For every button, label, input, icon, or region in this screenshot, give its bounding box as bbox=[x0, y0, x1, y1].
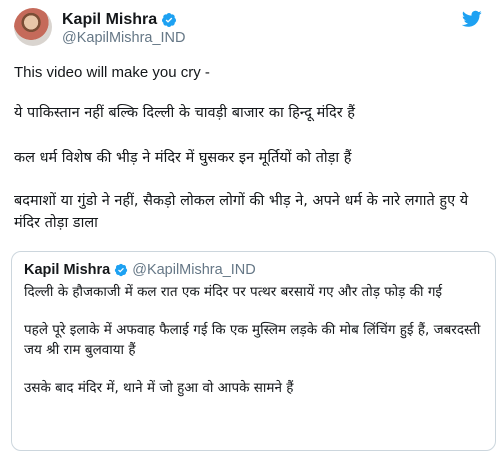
tweet-paragraph: कल धर्म विशेष की भीड़ ने मंदिर में घुसकर… bbox=[14, 150, 352, 166]
tweet-paragraph: This video will make you cry - bbox=[14, 64, 210, 81]
tweet-header: Kapil Mishra @KapilMishra_IND bbox=[14, 8, 484, 48]
quoted-tweet-body: दिल्ली के हौजकाजी में कल रात एक मंदिर पर… bbox=[24, 282, 484, 416]
quoted-tweet[interactable]: Kapil Mishra @KapilMishra_IND दिल्ली के … bbox=[11, 251, 496, 451]
avatar[interactable] bbox=[14, 8, 52, 46]
quoted-tweet-header: Kapil Mishra @KapilMishra_IND bbox=[24, 262, 256, 278]
quoted-author-handle[interactable]: @KapilMishra_IND bbox=[132, 262, 256, 278]
author-name-row[interactable]: Kapil Mishra bbox=[62, 10, 177, 30]
quoted-tweet-paragraph: उसके बाद मंदिर में, थाने में जो हुआ वो आ… bbox=[24, 380, 294, 396]
verified-badge-icon bbox=[115, 263, 128, 277]
verified-badge-icon bbox=[162, 13, 177, 27]
author-display-name[interactable]: Kapil Mishra bbox=[62, 11, 157, 29]
quoted-tweet-paragraph: पहले पूरे इलाके में अफवाह फैलाई गई कि एक… bbox=[24, 322, 481, 358]
tweet-paragraph: बदमाशों या गुंडो ने नहीं, सैकड़ो लोकल लो… bbox=[14, 193, 469, 231]
quoted-author-display-name[interactable]: Kapil Mishra bbox=[24, 262, 110, 278]
author-handle[interactable]: @KapilMishra_IND bbox=[62, 30, 186, 46]
tweet-paragraph: ये पाकिस्तान नहीं बल्कि दिल्ली के चावड़ी… bbox=[14, 105, 355, 121]
quoted-tweet-paragraph: दिल्ली के हौजकाजी में कल रात एक मंदिर पर… bbox=[24, 284, 443, 300]
twitter-bird-icon[interactable] bbox=[462, 10, 482, 28]
